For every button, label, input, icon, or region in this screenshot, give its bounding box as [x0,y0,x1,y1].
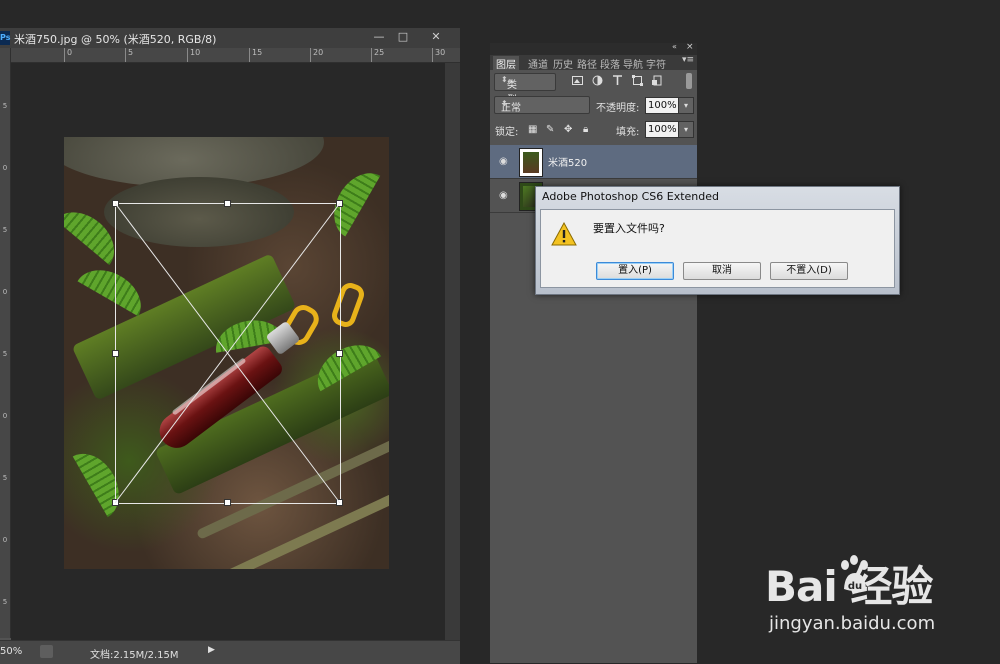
opacity-label: 不透明度: [596,103,640,114]
document-size: 文档:2.15M/2.15M [90,650,179,661]
place-button[interactable]: 置入(P) [596,262,674,280]
ruler-tick-label: 5 [2,474,8,482]
ruler-tick-label: 0 [2,164,8,172]
panel-dock-header[interactable] [490,43,697,55]
layer-row[interactable]: ◉ 米酒520 [490,145,697,179]
fill-label: 填充: [616,127,640,138]
eye-icon[interactable]: ◉ [499,156,508,167]
opacity-input[interactable]: 100% [645,97,679,114]
tab-paragraph[interactable]: 段落 [600,56,620,71]
transform-diagonals [115,203,341,504]
document-title: 米酒750.jpg @ 50% (米酒520, RGB/8) [14,33,217,46]
ruler-tick-label: 0 [2,288,8,296]
place-file-dialog: Adobe Photoshop CS6 Extended 要置入文件吗? 置入(… [535,186,900,295]
ruler-tick-label: 0 [2,412,8,420]
ruler-tick-label: 0 [63,48,73,62]
paw-icon: du [841,555,868,592]
type-filter-icon[interactable] [612,75,623,86]
layer-name: 米酒520 [548,158,588,169]
panel-tabbar: 图层 通道 历史 路径 段落 导航 字符 ▾≡ [490,55,697,71]
opacity-dropdown-icon[interactable]: ▾ [678,97,694,114]
tab-paths[interactable]: 路径 [577,56,597,71]
vertical-scrollbar[interactable] [445,63,460,640]
status-info-icon[interactable] [40,645,53,658]
dialog-message: 要置入文件吗? [593,222,665,235]
photoshop-logo-icon: Ps [0,31,10,45]
ruler-tick-label: 0 [2,536,8,544]
baidu-watermark: Bai 经验 du jingyan.baidu.com [765,553,965,648]
smart-object-filter-icon[interactable] [652,75,663,86]
filter-toggle[interactable] [686,73,692,89]
dialog-body: 要置入文件吗? 置入(P) 取消 不置入(D) [540,209,895,288]
image-filter-icon[interactable] [572,75,583,86]
cancel-button[interactable]: 取消 [683,262,761,280]
collapse-panels-icon[interactable]: « [672,42,677,51]
lock-position-icon[interactable]: ✥ [564,124,575,135]
status-menu-arrow-icon[interactable]: ▶ [208,645,215,655]
layer-thumbnail [519,148,543,177]
tab-navigator[interactable]: 导航 [623,56,643,71]
fill-dropdown-icon[interactable]: ▾ [678,121,694,138]
ruler-tick-label: 25 [370,48,385,62]
ruler-tick-label: 10 [186,48,201,62]
ruler-tick-label: 5 [2,226,8,234]
ruler-tick-label: 5 [2,102,8,110]
warning-icon [551,222,577,246]
close-panel-icon[interactable]: × [686,42,694,52]
layer-filter-select[interactable]: ⌕ 类型 ⬍ [494,73,556,106]
blend-mode-select[interactable]: 正常 ⬍ [494,96,590,114]
tab-character[interactable]: 字符 [646,56,666,71]
ruler-tick-label: 5 [2,350,8,358]
maximize-button[interactable]: □ [390,29,416,45]
tab-channels[interactable]: 通道 [528,56,548,71]
lock-all-icon[interactable]: 🔒︎ [583,124,594,135]
svg-text:du: du [848,581,862,592]
lock-pixels-icon[interactable]: ✎ [546,124,557,135]
ruler-tick-label: 15 [248,48,263,62]
horizontal-ruler[interactable]: 0 5 10 15 20 25 30 [10,48,460,63]
zoom-level[interactable]: 50% [0,646,22,657]
dialog-title: Adobe Photoshop CS6 Extended [542,190,719,203]
lock-icons-group: ▦ ✎ ✥ 🔒︎ [528,124,598,136]
panel-menu-icon[interactable]: ▾≡ [682,55,694,65]
status-bar: 50% 文档:2.15M/2.15M ▶ [0,640,460,664]
eye-icon[interactable]: ◉ [499,190,508,201]
dont-place-button[interactable]: 不置入(D) [770,262,848,280]
vertical-ruler[interactable]: 5 0 5 0 5 0 5 0 5 [0,48,11,638]
shape-filter-icon[interactable] [632,75,643,86]
ruler-tick-label: 20 [309,48,324,62]
adjustment-filter-icon[interactable] [592,75,603,86]
close-button[interactable]: ✕ [416,29,456,45]
fill-input[interactable]: 100% [645,121,679,138]
lock-label: 锁定: [495,127,519,138]
lock-transparency-icon[interactable]: ▦ [528,124,539,135]
tab-layers[interactable]: 图层 [493,56,519,71]
ruler-tick-label: 5 [2,598,8,606]
ruler-tick-label: 30 [431,48,446,62]
tab-history[interactable]: 历史 [553,56,573,71]
layers-panel: 图层 通道 历史 路径 段落 导航 字符 ▾≡ ⌕ 类型 ⬍ 正常 ⬍ 不透明度… [490,55,697,663]
minimize-button[interactable]: — [366,29,392,45]
chevron-updown-icon: ⬍ [501,75,508,84]
ruler-tick-label: 5 [124,48,134,62]
watermark-url: jingyan.baidu.com [769,613,936,634]
chevron-updown-icon: ⬍ [501,99,508,108]
document-titlebar[interactable]: Ps 米酒750.jpg @ 50% (米酒520, RGB/8) — □ ✕ [0,28,460,49]
